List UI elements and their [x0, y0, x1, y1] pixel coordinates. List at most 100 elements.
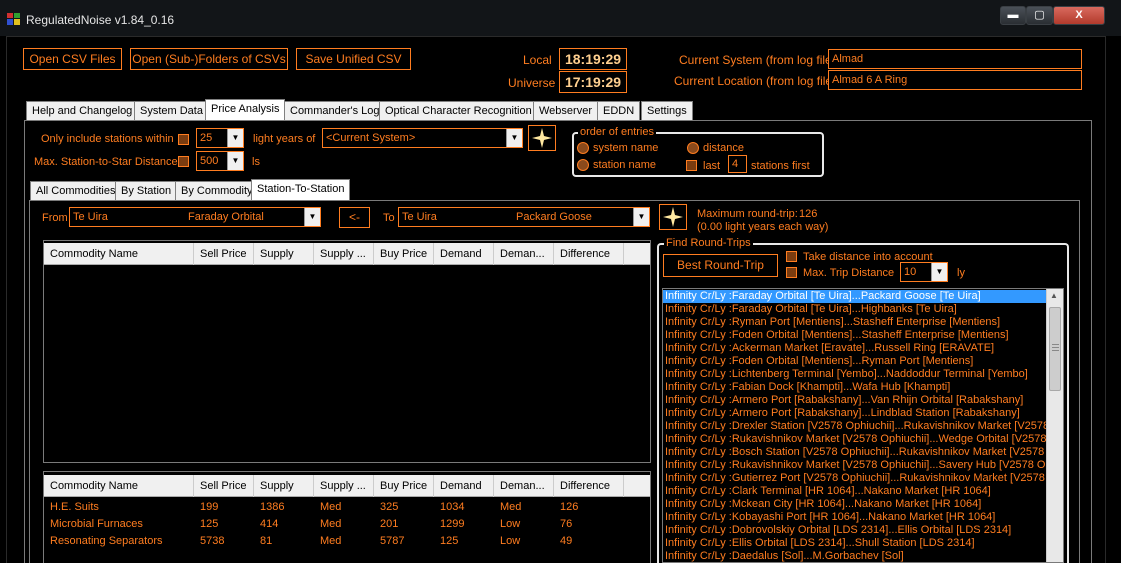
- list-item[interactable]: Infinity Cr/Ly :Kobayashi Port [HR 1064]…: [663, 511, 1047, 524]
- maximize-button[interactable]: ▢: [1026, 6, 1053, 25]
- last-checkbox[interactable]: [686, 160, 697, 171]
- col-supply[interactable]: Supply: [254, 475, 314, 497]
- max-roundtrip-label: Maximum round-trip:: [697, 208, 798, 220]
- distance-label: distance: [703, 142, 744, 154]
- col-commodity-name[interactable]: Commodity Name: [44, 243, 194, 265]
- col-demand-level[interactable]: Deman...: [494, 475, 554, 497]
- list-item[interactable]: Infinity Cr/Ly :Armero Port [Rabakshany]…: [663, 394, 1047, 407]
- to-station: Packard Goose: [516, 211, 592, 223]
- tab-webserver[interactable]: Webserver: [533, 101, 598, 120]
- list-item[interactable]: Infinity Cr/Ly :Ellis Orbital [LDS 2314]…: [663, 537, 1047, 550]
- list-item[interactable]: Infinity Cr/Ly :Clark Terminal [HR 1064]…: [663, 485, 1047, 498]
- round-trip-scrollbar[interactable]: ▲: [1046, 289, 1063, 562]
- current-location-label: Current Location (from log files): [674, 74, 843, 88]
- list-item[interactable]: Infinity Cr/Ly :Drexler Station [V2578 O…: [663, 420, 1047, 433]
- max-distance-checkbox[interactable]: [178, 156, 189, 167]
- max-trip-checkbox[interactable]: [786, 267, 797, 278]
- max-trip-combo[interactable]: 10 ▼: [900, 262, 948, 282]
- col-demand[interactable]: Demand: [434, 475, 494, 497]
- col-supply[interactable]: Supply: [254, 243, 314, 265]
- tab-ocr[interactable]: Optical Character Recognition: [379, 101, 538, 120]
- table-row[interactable]: H.E. Suits 199 1386 Med 325 1034 Med 126: [44, 501, 650, 518]
- ls-label: ls: [252, 156, 260, 168]
- commodity-grid-bottom[interactable]: Commodity Name Sell Price Supply Supply …: [43, 471, 651, 563]
- tab-by-commodity[interactable]: By Commodity: [175, 181, 259, 200]
- round-trips-title: Find Round-Trips: [664, 237, 753, 249]
- ly-of-combo[interactable]: <Current System> ▼: [322, 128, 523, 148]
- round-trip-list[interactable]: Infinity Cr/Ly :Faraday Orbital [Te Uira…: [662, 288, 1064, 563]
- chevron-down-icon: ▼: [227, 152, 243, 170]
- list-item[interactable]: Infinity Cr/Ly :Daedalus [Sol]...M.Gorba…: [663, 550, 1047, 562]
- app-icon: [7, 13, 20, 25]
- minimize-button[interactable]: ▬: [1000, 6, 1026, 25]
- tab-by-station[interactable]: By Station: [115, 181, 178, 200]
- tab-commanders-log[interactable]: Commander's Log: [284, 101, 386, 120]
- within-ly-combo[interactable]: 25 ▼: [196, 128, 244, 148]
- close-button[interactable]: X: [1053, 6, 1105, 25]
- open-csv-files-button[interactable]: Open CSV Files: [23, 48, 122, 70]
- radio-station-name[interactable]: [577, 159, 589, 171]
- take-distance-checkbox[interactable]: [786, 251, 797, 262]
- col-buy-price[interactable]: Buy Price: [374, 243, 434, 265]
- commodity-grid-top[interactable]: Commodity Name Sell Price Supply Supply …: [43, 240, 651, 463]
- scrollbar-thumb[interactable]: [1049, 307, 1061, 391]
- table-row[interactable]: Microbial Furnaces 125 414 Med 201 1299 …: [44, 518, 650, 535]
- col-supply-level[interactable]: Supply ...: [314, 243, 374, 265]
- from-station-combo[interactable]: Te Uira Faraday Orbital ▼: [69, 207, 321, 227]
- tab-system-data[interactable]: System Data: [134, 101, 209, 120]
- list-item[interactable]: Infinity Cr/Ly :Fabian Dock [Khampti]...…: [663, 381, 1047, 394]
- tab-station-to-station[interactable]: Station-To-Station: [251, 179, 351, 200]
- open-subfolders-button[interactable]: Open (Sub-)Folders of CSVs: [130, 48, 288, 70]
- ly-of-value: <Current System>: [326, 132, 416, 144]
- radio-distance[interactable]: [687, 142, 699, 154]
- save-unified-csv-button[interactable]: Save Unified CSV: [296, 48, 411, 70]
- col-difference[interactable]: Difference: [554, 243, 624, 265]
- list-item[interactable]: Infinity Cr/Ly :Faraday Orbital [Te Uira…: [663, 290, 1047, 303]
- list-item[interactable]: Infinity Cr/Ly :Foden Orbital [Mentiens]…: [663, 355, 1047, 368]
- max-distance-combo[interactable]: 500 ▼: [196, 151, 244, 171]
- col-supply-level[interactable]: Supply ...: [314, 475, 374, 497]
- to-station-combo[interactable]: Te Uira Packard Goose ▼: [398, 207, 650, 227]
- cell-demand-level: Low: [500, 535, 521, 547]
- tab-settings[interactable]: Settings: [641, 101, 693, 120]
- col-buy-price[interactable]: Buy Price: [374, 475, 434, 497]
- current-location-field[interactable]: Almad 6 A Ring: [828, 70, 1082, 90]
- col-commodity-name[interactable]: Commodity Name: [44, 475, 194, 497]
- col-demand[interactable]: Demand: [434, 243, 494, 265]
- list-item[interactable]: Infinity Cr/Ly :Ryman Port [Mentiens]...…: [663, 316, 1047, 329]
- list-item[interactable]: Infinity Cr/Ly :Lichtenberg Terminal [Ye…: [663, 368, 1047, 381]
- list-item[interactable]: Infinity Cr/Ly :Rukavishnikov Market [V2…: [663, 433, 1047, 446]
- list-item[interactable]: Infinity Cr/Ly :Dobrovolskiy Orbital [LD…: [663, 524, 1047, 537]
- cell-commodity: Microbial Furnaces: [50, 518, 143, 530]
- col-sell-price[interactable]: Sell Price: [194, 475, 254, 497]
- col-sell-price[interactable]: Sell Price: [194, 243, 254, 265]
- list-item[interactable]: Infinity Cr/Ly :Bosch Station [V2578 Oph…: [663, 446, 1047, 459]
- swap-button[interactable]: <-: [339, 207, 370, 228]
- list-item[interactable]: Infinity Cr/Ly :Armero Port [Rabakshany]…: [663, 407, 1047, 420]
- tab-help-changelog[interactable]: Help and Changelog: [26, 101, 139, 120]
- tab-price-analysis[interactable]: Price Analysis: [205, 99, 286, 120]
- list-item[interactable]: Infinity Cr/Ly :Rukavishnikov Market [V2…: [663, 459, 1047, 472]
- best-round-trip-button[interactable]: Best Round-Trip: [663, 254, 778, 277]
- current-system-field[interactable]: Almad: [828, 49, 1082, 69]
- system-picker-button[interactable]: [528, 125, 556, 151]
- col-difference[interactable]: Difference: [554, 475, 624, 497]
- route-picker-button[interactable]: [659, 204, 687, 230]
- col-demand-level[interactable]: Deman...: [494, 243, 554, 265]
- list-item[interactable]: Infinity Cr/Ly :Faraday Orbital [Te Uira…: [663, 303, 1047, 316]
- cell-supply: 414: [260, 518, 279, 530]
- list-item[interactable]: Infinity Cr/Ly :Mckean City [HR 1064]...…: [663, 498, 1047, 511]
- list-item[interactable]: Infinity Cr/Ly :Foden Orbital [Mentiens]…: [663, 329, 1047, 342]
- last-count-field[interactable]: 4: [728, 155, 747, 173]
- tab-all-commodities[interactable]: All Commodities: [30, 181, 122, 200]
- chevron-down-icon: ▼: [506, 129, 522, 147]
- radio-system-name[interactable]: [577, 142, 589, 154]
- cell-buy-price: 325: [380, 501, 399, 513]
- from-label: From: [42, 212, 68, 224]
- list-item[interactable]: Infinity Cr/Ly :Ackerman Market [Eravate…: [663, 342, 1047, 355]
- table-row[interactable]: Resonating Separators 5738 81 Med 5787 1…: [44, 535, 650, 552]
- within-checkbox[interactable]: [178, 134, 189, 145]
- tab-eddn[interactable]: EDDN: [597, 101, 641, 120]
- scroll-up-icon[interactable]: ▲: [1050, 291, 1058, 300]
- list-item[interactable]: Infinity Cr/Ly :Gutierrez Port [V2578 Op…: [663, 472, 1047, 485]
